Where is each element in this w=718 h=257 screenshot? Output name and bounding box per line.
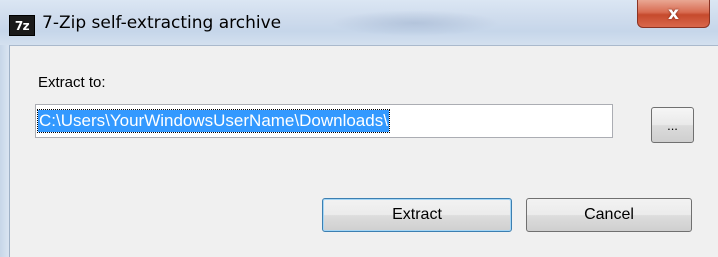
extract-path-value: C:\Users\YourWindowsUserName\Downloads\: [37, 109, 390, 133]
title-bar-glass: [330, 10, 500, 36]
cancel-button[interactable]: Cancel: [526, 198, 692, 232]
window-frame-left: [0, 45, 10, 257]
window-title: 7-Zip self-extracting archive: [42, 13, 282, 33]
app-icon-text: 7z: [14, 18, 30, 33]
close-icon: x: [668, 3, 679, 24]
extract-button[interactable]: Extract: [322, 198, 512, 232]
extract-to-label: Extract to:: [38, 74, 106, 91]
7zip-app-icon: 7z: [9, 15, 35, 36]
extract-path-input[interactable]: C:\Users\YourWindowsUserName\Downloads\: [35, 104, 613, 138]
title-bar[interactable]: 7z 7-Zip self-extracting archive x: [0, 0, 718, 46]
browse-button[interactable]: ...: [651, 107, 694, 143]
sfx-dialog-window: 7z 7-Zip self-extracting archive x Extra…: [0, 0, 718, 257]
close-button[interactable]: x: [637, 0, 710, 28]
